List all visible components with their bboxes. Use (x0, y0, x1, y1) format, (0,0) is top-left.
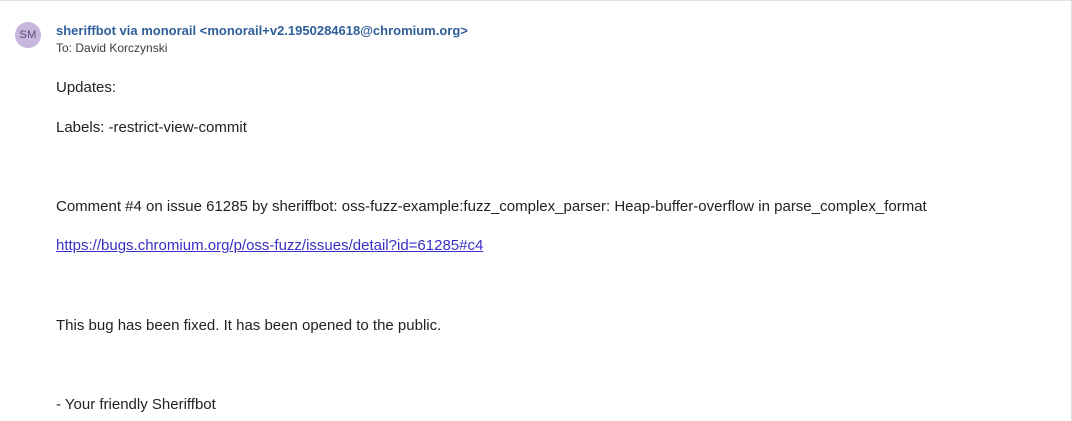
recipient-line: To: David Korczynski (56, 40, 468, 56)
issue-link-line: https://bugs.chromium.org/p/oss-fuzz/iss… (56, 236, 483, 256)
email-message-pane: SM sheriffbot via monorail <monorail+v2.… (0, 0, 1072, 421)
comment-line: Comment #4 on issue 61285 by sheriffbot:… (56, 198, 927, 215)
signature: - Your friendly Sheriffbot (56, 396, 216, 413)
labels-line: Labels: -restrict-view-commit (56, 119, 247, 136)
avatar-initials: SM (19, 29, 37, 41)
sender-line[interactable]: sheriffbot via monorail <monorail+v2.195… (56, 22, 468, 40)
issue-link[interactable]: https://bugs.chromium.org/p/oss-fuzz/iss… (56, 237, 483, 254)
to-label: To: (56, 41, 73, 55)
sender-address[interactable]: <monorail+v2.1950284618@chromium.org> (200, 23, 468, 38)
fixed-notice: This bug has been fixed. It has been ope… (56, 317, 442, 334)
sender-name[interactable]: sheriffbot via monorail (56, 23, 196, 38)
avatar[interactable]: SM (15, 22, 41, 48)
message-header: sheriffbot via monorail <monorail+v2.195… (56, 22, 468, 56)
recipient-name: David Korczynski (75, 41, 168, 55)
updates-heading: Updates: (56, 79, 117, 96)
